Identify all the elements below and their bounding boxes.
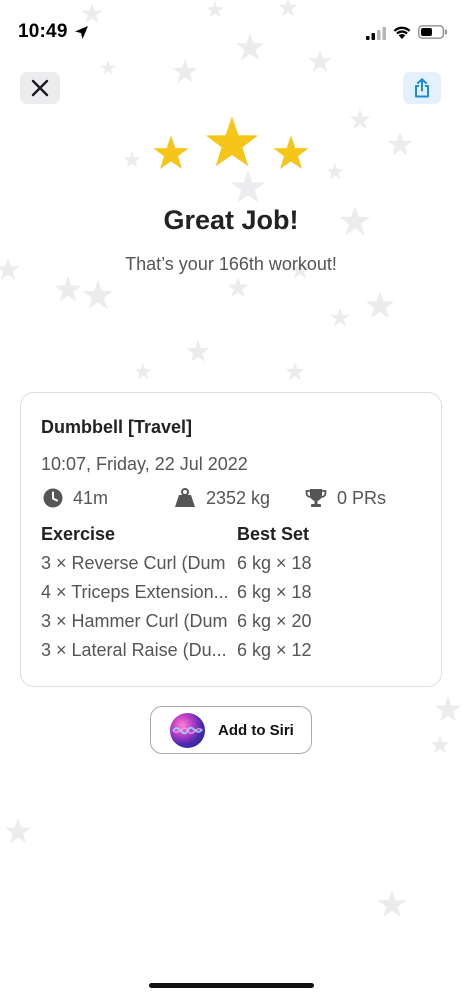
volume-stat: 2352 kg [174,486,270,510]
exercise-best-set: 6 kg × 20 [237,611,312,631]
star-icon [273,135,309,169]
exercise-name: 3 × Hammer Curl (Dumb... [41,611,227,631]
exercise-best-set: 6 kg × 18 [237,582,312,602]
status-time: 10:49 [18,21,68,42]
exercise-name: 4 × Triceps Extension... [41,582,227,602]
exercise-row: 3 × Lateral Raise (Du... 6 kg × 12 [21,640,441,668]
weight-icon [175,488,195,507]
exercise-best-set: 6 kg × 18 [237,553,312,573]
congrats-title: Great Job! [163,205,299,235]
exercise-row: 4 × Triceps Extension... 6 kg × 18 [21,582,441,610]
close-button[interactable] [20,72,60,104]
prs-value: 0 PRs [337,487,387,508]
trophy-icon [305,489,327,507]
battery-icon [418,25,447,39]
workout-summary-card[interactable]: Dumbbell [Travel] 10:07, Friday, 22 Jul … [20,392,442,687]
workout-name: Dumbbell [Travel] [41,417,193,437]
close-icon [31,79,49,97]
clock-icon [43,488,63,508]
location-arrow-icon [75,26,88,39]
duration-stat: 41m [43,486,108,510]
siri-icon [170,713,205,748]
rating-stars [153,116,309,169]
prs-stat: 0 PRs [305,486,386,510]
exercise-name: 3 × Reverse Curl (Dum... [41,553,227,573]
star-icon [205,116,259,167]
duration-value: 41m [73,487,109,508]
exercise-best-set: 6 kg × 12 [237,640,312,660]
exercise-row: 3 × Hammer Curl (Dumb... 6 kg × 20 [21,611,441,639]
share-icon [415,78,429,98]
exercise-row: 3 × Reverse Curl (Dum... 6 kg × 18 [21,553,441,581]
wifi-icon [393,26,411,39]
status-bar: 10:49 [0,0,462,62]
share-button[interactable] [403,72,441,104]
siri-label: Add to Siri [218,722,294,739]
cellular-signal-icon [366,27,386,40]
add-to-siri-button[interactable]: Add to Siri [150,706,312,754]
workout-count-subtitle: That’s your 166th workout! [125,254,337,274]
exercise-column-header: Exercise [41,524,116,544]
workout-date: 10:07, Friday, 22 Jul 2022 [41,454,248,474]
exercise-name: 3 × Lateral Raise (Du... [41,640,227,660]
home-indicator [149,983,314,988]
volume-value: 2352 kg [206,487,271,508]
star-icon [153,135,189,169]
best-set-column-header: Best Set [237,524,310,544]
